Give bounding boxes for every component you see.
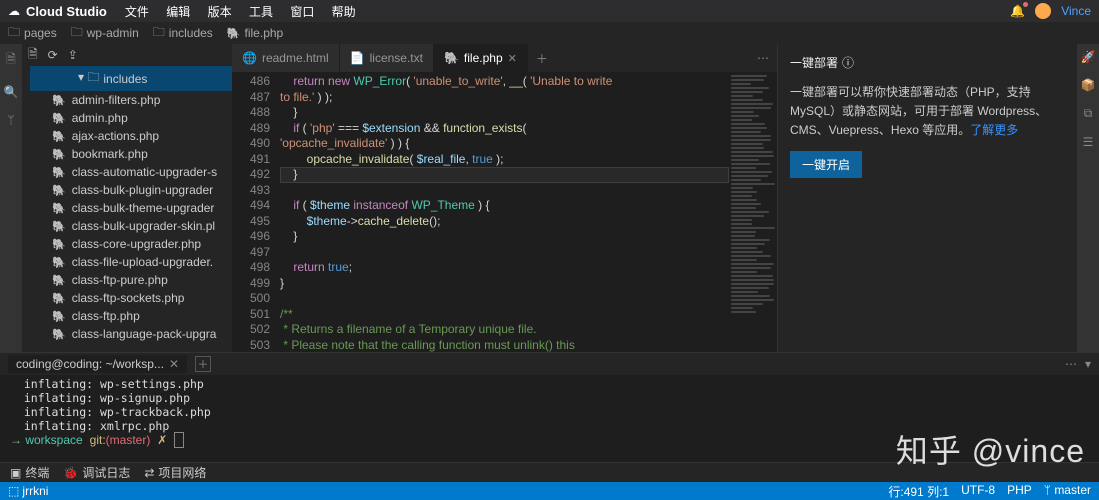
crumb[interactable]: 🗀 includes (153, 23, 213, 44)
tab[interactable]: 📄license.txt (340, 44, 434, 72)
status-branch[interactable]: ᛘ master (1044, 483, 1091, 500)
brand-name: Cloud Studio (26, 4, 107, 19)
menu-tools[interactable]: 工具 (249, 5, 273, 19)
bottom-bar: ▣ 终端 🐞 调试日志 ⇄ 项目网络 (0, 462, 1099, 482)
editor-area: 🌐readme.html 📄license.txt 🐘file.php✕ ＋ ⋯… (232, 44, 777, 352)
titlebar: ☁ Cloud Studio 文件 编辑 版本 工具 窗口 帮助 🔔 Vince (0, 0, 1099, 22)
tab-debug-log[interactable]: 🐞 调试日志 (63, 464, 130, 481)
php-icon: 🐘 (52, 238, 66, 251)
right-panel: 一键部署 ⓘ 一键部署可以帮你快速部署动态（PHP，支持 MySQL）或静态网站… (777, 44, 1077, 352)
terminal-tab[interactable]: coding@coding: ~/worksp...✕ (8, 355, 187, 373)
tree-file[interactable]: 🐘bookmark.php (30, 145, 232, 163)
avatar[interactable] (1035, 3, 1051, 19)
panel-body: 一键部署可以帮你快速部署动态（PHP，支持 MySQL）或静态网站，可用于部署 … (790, 83, 1065, 141)
deploy-button[interactable]: 一键开启 (790, 151, 862, 178)
php-icon: 🐘 (52, 184, 66, 197)
menubar: 文件 编辑 版本 工具 窗口 帮助 (125, 3, 370, 20)
minimap[interactable] (729, 72, 777, 352)
close-icon[interactable]: ✕ (169, 357, 179, 371)
tab-terminal[interactable]: ▣ 终端 (10, 464, 49, 481)
status-icon[interactable]: ⬚ (8, 484, 19, 498)
crumb[interactable]: 🐘 file.php (227, 26, 283, 40)
panel-title: 一键部署 ⓘ (790, 54, 1065, 71)
rocket-icon[interactable]: 🚀 (1081, 50, 1096, 64)
php-icon: 🐘 (52, 130, 66, 143)
php-icon: 🐘 (52, 112, 66, 125)
activity-bar: 🗎 🔍 ᛘ (0, 44, 22, 352)
menu-window[interactable]: 窗口 (290, 5, 314, 19)
list-icon[interactable]: ☰ (1083, 135, 1094, 149)
php-icon: 🐘 (52, 220, 66, 233)
bell-icon[interactable]: 🔔 (1010, 4, 1025, 18)
explorer-icon[interactable]: 🗎 (6, 50, 16, 71)
tree-file[interactable]: 🐘ajax-actions.php (30, 127, 232, 145)
more-icon[interactable]: ⋯ (749, 51, 777, 65)
cloud-icon: ☁ (8, 4, 20, 18)
learn-more-link[interactable]: 了解更多 (970, 123, 1018, 137)
crumb[interactable]: 🗀 wp-admin (71, 23, 139, 44)
code[interactable]: return new WP_Error( 'unable_to_write', … (280, 72, 729, 352)
status-lang[interactable]: PHP (1007, 483, 1032, 500)
tree-file[interactable]: 🐘class-file-upload-upgrader. (30, 253, 232, 271)
help-icon[interactable]: ⓘ (842, 54, 854, 71)
chevron-down-icon[interactable]: ▾ (1085, 357, 1091, 371)
editor-tabs: 🌐readme.html 📄license.txt 🐘file.php✕ ＋ ⋯ (232, 44, 777, 72)
status-encoding[interactable]: UTF-8 (961, 483, 995, 500)
tree-file[interactable]: 🐘class-automatic-upgrader-s (30, 163, 232, 181)
username[interactable]: Vince (1061, 4, 1091, 18)
refresh-icon[interactable]: ⟳ (48, 48, 58, 62)
php-icon: 🐘 (52, 292, 66, 305)
menu-version[interactable]: 版本 (208, 5, 232, 19)
close-icon[interactable]: ✕ (508, 52, 517, 65)
php-icon: 🐘 (52, 256, 66, 269)
tab-add-icon[interactable]: ＋ (528, 50, 556, 67)
php-icon: 🐘 (52, 94, 66, 107)
tree-file[interactable]: 🐘class-bulk-upgrader-skin.pl (30, 217, 232, 235)
tree-file[interactable]: 🐘admin.php (30, 109, 232, 127)
tree-file[interactable]: 🐘class-core-upgrader.php (30, 235, 232, 253)
php-icon: 🐘 (52, 274, 66, 287)
gutter: 486 487 488 489 490 491 492 493 494 495 … (232, 72, 280, 352)
php-icon: 🐘 (52, 166, 66, 179)
tree-file[interactable]: 🐘class-bulk-plugin-upgrader (30, 181, 232, 199)
file-tree: ▾ 🗀 includes 🐘admin-filters.php🐘admin.ph… (22, 66, 232, 352)
popout-icon[interactable]: ⧉ (1084, 106, 1093, 121)
sidebar: 🗎 ⟳ ⇪ ▾ 🗀 includes 🐘admin-filters.php🐘ad… (22, 44, 232, 352)
menu-edit[interactable]: 编辑 (166, 5, 190, 19)
status-cursor[interactable]: 行:491 列:1 (888, 483, 949, 500)
upload-icon[interactable]: ⇪ (68, 48, 78, 62)
tree-folder[interactable]: ▾ 🗀 includes (30, 66, 232, 91)
menu-help[interactable]: 帮助 (332, 5, 356, 19)
tree-file[interactable]: 🐘class-ftp-sockets.php (30, 289, 232, 307)
tree-file[interactable]: 🐘class-ftp-pure.php (30, 271, 232, 289)
terminal-add-icon[interactable]: ＋ (195, 356, 211, 372)
status-left[interactable]: jrrkni (22, 484, 48, 498)
tab-active[interactable]: 🐘file.php✕ (434, 44, 528, 72)
tab-network[interactable]: ⇄ 项目网络 (144, 464, 206, 481)
php-icon: 🐘 (52, 148, 66, 161)
editor[interactable]: 486 487 488 489 490 491 492 493 494 495 … (232, 72, 777, 352)
php-icon: 🐘 (52, 328, 66, 341)
terminal-panel: coding@coding: ~/worksp...✕ ＋ ⋯ ▾ inflati… (0, 352, 1099, 462)
crumb[interactable]: 🗀 pages (8, 23, 57, 44)
tree-file[interactable]: 🐘class-bulk-theme-upgrader (30, 199, 232, 217)
breadcrumbs: 🗀 pages 🗀 wp-admin 🗀 includes 🐘 file.php (0, 22, 1099, 44)
sidebar-toolbar: 🗎 ⟳ ⇪ (22, 44, 232, 66)
tab[interactable]: 🌐readme.html (232, 44, 340, 72)
terminal-tabs: coding@coding: ~/worksp...✕ ＋ ⋯ ▾ (0, 353, 1099, 375)
branch-icon[interactable]: ᛘ (7, 113, 14, 127)
tree-file[interactable]: 🐘class-language-pack-upgra (30, 325, 232, 343)
search-icon[interactable]: 🔍 (4, 85, 19, 99)
php-icon: 🐘 (52, 202, 66, 215)
tree-file[interactable]: 🐘class-ftp.php (30, 307, 232, 325)
tree-file[interactable]: 🐘admin-filters.php (30, 91, 232, 109)
terminal-output[interactable]: inflating: wp-settings.php inflating: wp… (0, 375, 1099, 462)
status-bar: ⬚ jrrkni 行:491 列:1 UTF-8 PHP ᛘ master (0, 482, 1099, 500)
new-file-icon[interactable]: 🗎 (28, 45, 38, 66)
right-toolbar: 🚀 📦 ⧉ ☰ (1077, 44, 1099, 352)
more-icon[interactable]: ⋯ (1065, 357, 1077, 371)
php-icon: 🐘 (52, 310, 66, 323)
menu-file[interactable]: 文件 (125, 5, 149, 19)
package-icon[interactable]: 📦 (1081, 78, 1096, 92)
